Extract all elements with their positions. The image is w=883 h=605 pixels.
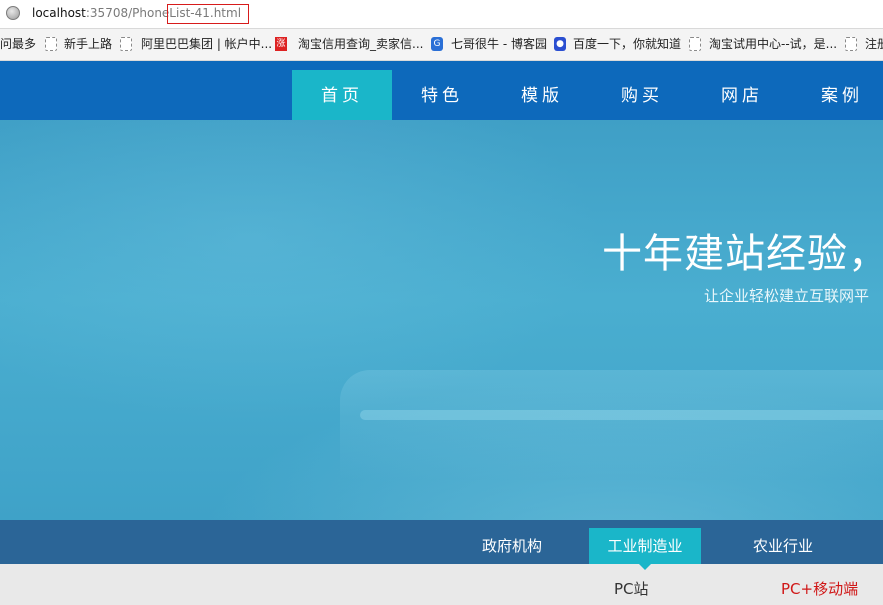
bookmark-item[interactable]: 问最多: [0, 37, 36, 51]
site-type-tabs: PC站 PC+移动端: [0, 564, 883, 605]
hero-title: 十年建站经验，: [602, 231, 883, 277]
category-manufacturing[interactable]: 工业制造业: [589, 528, 701, 564]
page-icon: [845, 37, 857, 51]
bookmark-item[interactable]: 七哥很牛 - 博客园: [451, 37, 547, 51]
nav-item-cases[interactable]: 案例: [792, 70, 883, 120]
nav-item-shop[interactable]: 网店: [692, 70, 792, 120]
bookmark-item[interactable]: 淘宝信用查询_卖家信...: [298, 37, 423, 51]
bookmark-item[interactable]: 注册: [865, 37, 883, 51]
nav-item-home[interactable]: 首页: [292, 70, 392, 120]
bookmark-item[interactable]: 百度一下，你就知道: [573, 37, 681, 51]
category-agriculture[interactable]: 农业行业: [738, 528, 828, 564]
bookmarks-bar: 问最多 新手上路 阿里巴巴集团 | 帐户中... 涨 淘宝信用查询_卖家信...…: [0, 29, 883, 61]
hero-subtitle: 让企业轻松建立互联网平: [704, 287, 870, 305]
tab-pc-mobile[interactable]: PC+移动端: [781, 580, 858, 598]
active-category-caret-icon: [639, 564, 651, 570]
bookmark-item[interactable]: 新手上路: [64, 37, 112, 51]
laptop-image: [340, 370, 883, 480]
page-icon: [120, 37, 132, 51]
nav-item-buy[interactable]: 购买: [592, 70, 692, 120]
taobao-icon: 涨: [275, 37, 287, 51]
nav-item-templates[interactable]: 模版: [492, 70, 592, 120]
category-government[interactable]: 政府机构: [467, 528, 557, 564]
globe-icon: [6, 6, 20, 20]
category-bar: 政府机构 工业制造业 农业行业: [0, 520, 883, 564]
page-icon: [45, 37, 57, 51]
nav-item-features[interactable]: 特色: [392, 70, 492, 120]
blog-icon: G: [431, 37, 443, 51]
tab-pc-site[interactable]: PC站: [614, 580, 649, 598]
url-highlight-box: [167, 4, 249, 24]
address-bar[interactable]: localhost:35708/PhoneList-41.html: [0, 0, 883, 29]
baidu-icon: ●: [554, 37, 566, 51]
main-navigation: 首页 特色 模版 购买 网店 案例: [0, 61, 883, 120]
page-icon: [689, 37, 701, 51]
hero-banner: 十年建站经验， 让企业轻松建立互联网平: [0, 120, 883, 520]
laptop-edge: [360, 410, 883, 420]
bookmark-item[interactable]: 淘宝试用中心--试，是...: [709, 37, 837, 51]
bookmark-item[interactable]: 阿里巴巴集团 | 帐户中...: [141, 37, 272, 51]
